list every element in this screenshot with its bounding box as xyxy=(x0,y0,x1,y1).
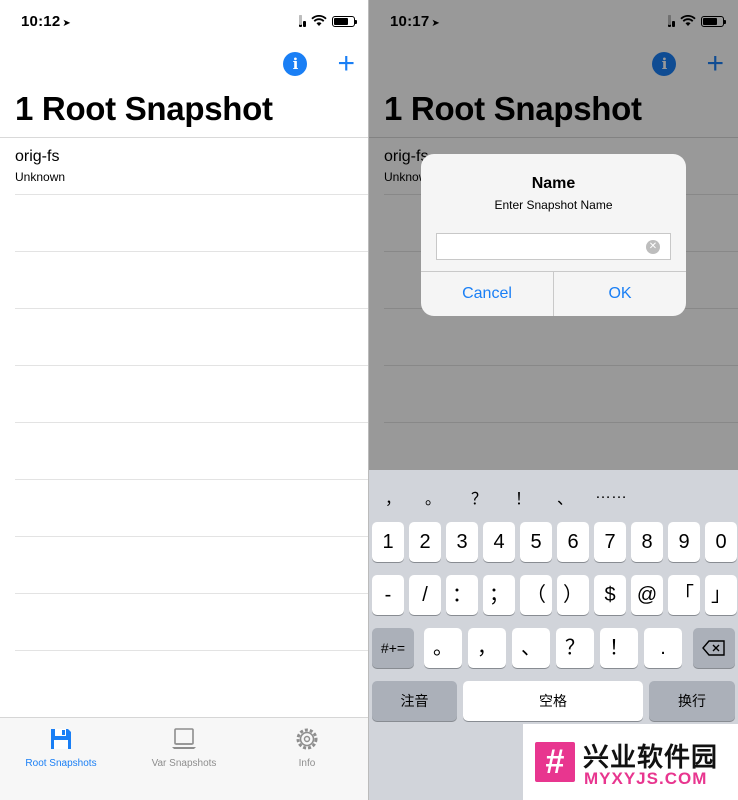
tab-var-snapshots[interactable]: Var Snapshots xyxy=(134,724,234,769)
snapshot-name: orig-fs xyxy=(15,148,60,165)
wifi-icon xyxy=(311,15,327,26)
list-item xyxy=(15,594,369,651)
candidate-bar: ， 。 ？ ！ 、 …… xyxy=(369,470,738,518)
signal-icon xyxy=(298,15,306,27)
floppy-disk-icon xyxy=(51,729,71,749)
tab-bar: Root Snapshots Var Snapshots Info xyxy=(0,717,369,800)
key[interactable]: ？ xyxy=(556,628,594,668)
key[interactable]: 8 xyxy=(631,522,663,562)
key[interactable]: 4 xyxy=(483,522,515,562)
key[interactable]: （ xyxy=(520,575,552,615)
dialog-title: Name xyxy=(531,175,576,192)
list-item xyxy=(15,537,369,594)
key[interactable]: 2 xyxy=(409,522,441,562)
dialog-message: Enter Snapshot Name xyxy=(494,198,613,212)
ok-button[interactable]: OK xyxy=(554,272,686,316)
delete-key[interactable] xyxy=(693,628,735,668)
candidate-key[interactable]: ， xyxy=(385,485,401,509)
gear-icon xyxy=(296,728,318,750)
key[interactable]: ； xyxy=(483,575,515,615)
key[interactable]: 「 xyxy=(668,575,700,615)
tab-label: Var Snapshots xyxy=(151,758,217,769)
tab-label: Info xyxy=(298,758,316,769)
key[interactable]: ， xyxy=(468,628,506,668)
laptop-icon xyxy=(172,728,196,749)
key[interactable]: 。 xyxy=(424,628,462,668)
tab-root-snapshots[interactable]: Root Snapshots xyxy=(11,724,111,769)
key[interactable]: 6 xyxy=(557,522,589,562)
key[interactable]: - xyxy=(372,575,404,615)
list-item xyxy=(15,252,369,309)
left-screen: 10:12 ➤ i + 1 Root Snapshot orig-fs Unkno… xyxy=(0,0,369,800)
key[interactable]: 7 xyxy=(594,522,626,562)
list-item xyxy=(15,480,369,537)
candidate-key[interactable]: 、 xyxy=(557,485,573,509)
snapshot-list: orig-fs Unknown xyxy=(0,138,369,651)
status-bar: 10:12 ➤ xyxy=(0,0,369,44)
key[interactable]: 3 xyxy=(446,522,478,562)
candidate-key[interactable]: ！ xyxy=(515,485,531,509)
name-dialog: Name Enter Snapshot Name ✕ Cancel OK xyxy=(421,154,686,316)
key[interactable]: 0 xyxy=(705,522,737,562)
key[interactable]: ： xyxy=(446,575,478,615)
key[interactable]: ） xyxy=(557,575,589,615)
key[interactable]: @ xyxy=(631,575,663,615)
key[interactable]: . xyxy=(644,628,682,668)
return-key[interactable]: 换行 xyxy=(649,681,735,721)
clear-text-icon[interactable]: ✕ xyxy=(646,240,660,254)
page-title: 1 Root Snapshot xyxy=(15,90,273,127)
key[interactable]: $ xyxy=(594,575,626,615)
key[interactable]: 5 xyxy=(520,522,552,562)
watermark-logo: # xyxy=(535,742,575,782)
snapshot-name-input[interactable]: ✕ xyxy=(436,233,671,260)
list-item xyxy=(15,366,369,423)
add-snapshot-button[interactable]: + xyxy=(337,49,355,79)
list-item xyxy=(15,309,369,366)
key[interactable]: 9 xyxy=(668,522,700,562)
backspace-icon xyxy=(702,640,725,656)
candidate-key[interactable]: ？ xyxy=(471,485,487,509)
key[interactable]: 、 xyxy=(512,628,550,668)
battery-icon xyxy=(332,15,357,27)
cancel-button[interactable]: Cancel xyxy=(421,272,553,316)
key[interactable]: 」 xyxy=(705,575,737,615)
info-button[interactable]: i xyxy=(283,52,308,76)
list-item xyxy=(15,195,369,252)
key[interactable]: 1 xyxy=(372,522,404,562)
list-item xyxy=(15,423,369,480)
watermark-url: MYXYJS.COM xyxy=(584,769,708,788)
candidate-key[interactable]: …… xyxy=(595,485,627,503)
location-arrow-icon: ➤ xyxy=(62,18,71,29)
key[interactable]: ！ xyxy=(600,628,638,668)
right-screen: 10:17 ➤ i + 1 Root Snapshot orig-fs Unkno… xyxy=(369,0,738,800)
list-item[interactable]: orig-fs Unknown xyxy=(15,138,369,195)
snapshot-detail: Unknown xyxy=(15,170,66,184)
candidate-key[interactable]: 。 xyxy=(425,485,441,509)
symbols-toggle-key[interactable]: #+= xyxy=(372,628,414,668)
space-key[interactable]: 空格 xyxy=(463,681,643,721)
key[interactable]: / xyxy=(409,575,441,615)
status-time: 10:12 ➤ xyxy=(21,13,71,30)
watermark: # 兴业软件园 MYXYJS.COM xyxy=(523,724,738,800)
tab-info[interactable]: Info xyxy=(257,724,357,769)
zhuyin-key[interactable]: 注音 xyxy=(372,681,457,721)
tab-label: Root Snapshots xyxy=(25,758,97,769)
